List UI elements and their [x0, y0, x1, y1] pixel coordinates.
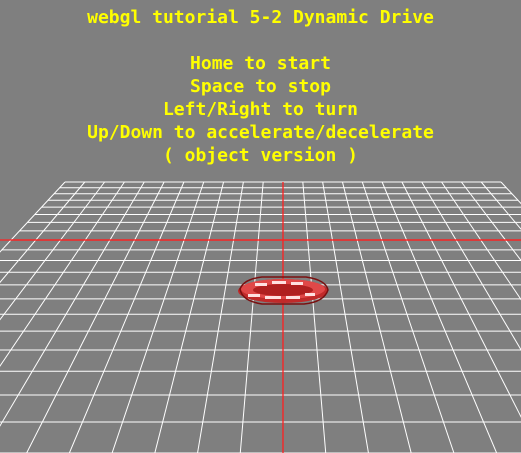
webgl-canvas[interactable]: webgl tutorial 5-2 Dynamic Drive Home to…: [0, 0, 521, 453]
boat-object: [238, 276, 329, 305]
scene-3d: [0, 181, 521, 453]
ground-grid: [0, 181, 521, 453]
